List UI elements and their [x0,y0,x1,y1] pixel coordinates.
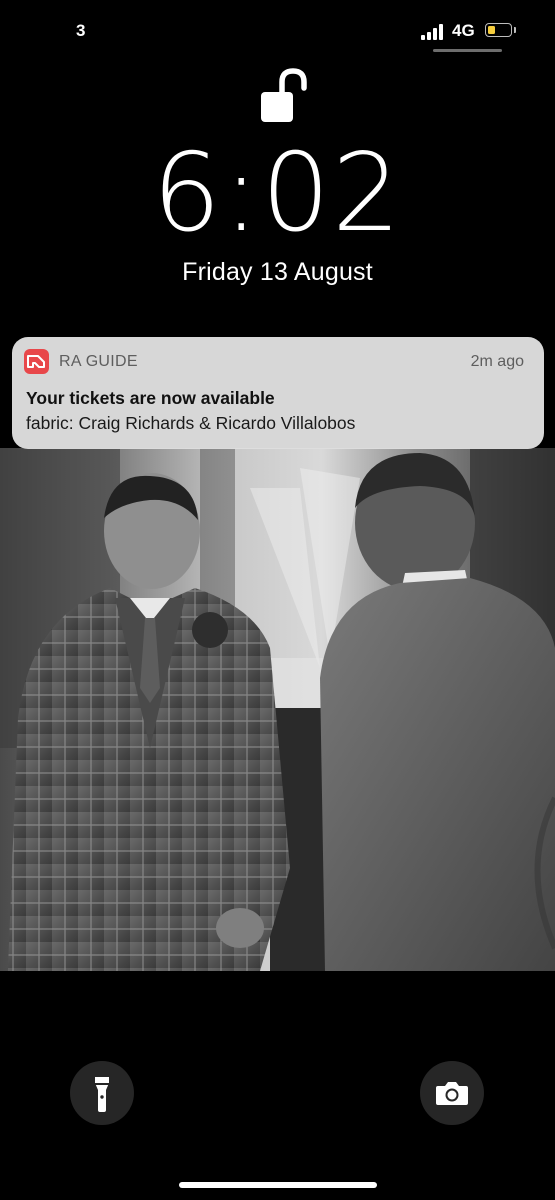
carrier-label: 3 [76,21,86,40]
wallpaper-photo [0,448,555,971]
notification-card[interactable]: RA GUIDE 2m ago Your tickets are now ava… [12,337,544,449]
battery-level-fill [487,25,495,34]
camera-button[interactable] [420,1061,484,1125]
lock-screen: 3 4G 6:02 Friday 13 August RA GUIDE 2m a… [0,0,555,1200]
lock-screen-date: Friday 13 August [182,258,373,286]
cellular-signal-icon [421,24,443,40]
battery-tip [514,27,516,33]
notification-app-name: RA GUIDE [59,353,138,370]
notification-title: Your tickets are now available [26,388,275,408]
ra-guide-logo-icon [24,349,49,374]
camera-icon [436,1082,468,1105]
lock-screen-time: 6:02 [152,131,403,256]
unlocked-padlock-icon [258,68,310,124]
control-center-indicator[interactable] [433,49,502,52]
flashlight-icon [95,1077,109,1112]
flashlight-button[interactable] [70,1061,134,1125]
notification-body: fabric: Craig Richards & Ricardo Villalo… [26,413,356,433]
battery-icon [485,23,512,37]
notification-timestamp: 2m ago [470,353,524,370]
home-indicator-bar[interactable] [179,1182,377,1188]
status-bar: 3 4G [0,0,555,60]
network-type-label: 4G [452,21,475,40]
